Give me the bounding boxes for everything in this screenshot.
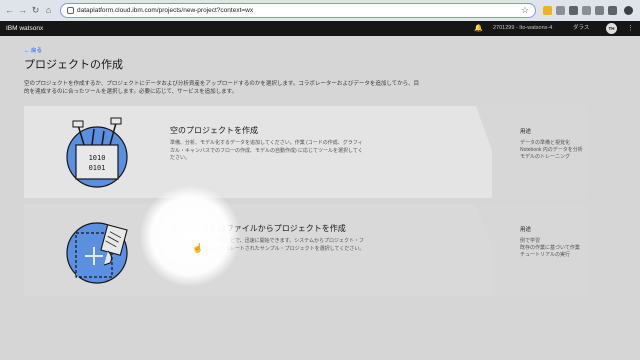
url-text: dataplatform.cloud.ibm.com/projects/new-… xyxy=(77,7,254,14)
extension-icon[interactable] xyxy=(556,6,565,15)
extension-icon[interactable] xyxy=(543,6,552,15)
import-file-illustration xyxy=(66,222,128,284)
main-content: ← 戻る プロジェクトの作成 空のプロジェクトを作成するか、プロジェクトにデータ… xyxy=(0,36,640,360)
tile-description: 準備、分析、モデル化するデータを追加してください。作業 (コードの作成、グラフィ… xyxy=(170,140,363,161)
cursor-spotlight xyxy=(140,186,240,286)
app-header: IBM watsonx 🔔 2701299 - Ito-watsonx-4 ダラ… xyxy=(0,21,640,36)
uses-list: データの準備と視覚化 Notebook 内のデータを分析 モデルのトレーニング xyxy=(520,140,583,161)
uses-label: 用途 xyxy=(520,227,532,233)
list-item: 例で学習 xyxy=(520,238,541,244)
list-item: モデルのトレーニング xyxy=(520,154,571,160)
reload-icon[interactable]: ↻ xyxy=(30,5,41,16)
home-icon[interactable]: ⌂ xyxy=(43,5,54,16)
page-description: 空のプロジェクトを作成するか、プロジェクトにデータおよび分析資産をアップロードす… xyxy=(24,81,420,95)
hand-cursor-icon: ☝ xyxy=(192,243,204,253)
back-link[interactable]: ← 戻る xyxy=(24,47,42,55)
site-info-icon[interactable] xyxy=(67,7,74,14)
address-bar[interactable]: dataplatform.cloud.ibm.com/projects/new-… xyxy=(60,3,536,18)
brand-logo[interactable]: IBM watsonx xyxy=(6,24,43,33)
avatar[interactable]: TH xyxy=(606,23,617,34)
region-switcher[interactable]: ダラス xyxy=(573,24,589,33)
extension-icon[interactable] xyxy=(582,6,591,15)
page-title: プロジェクトの作成 xyxy=(24,59,123,71)
profile-icon[interactable] xyxy=(624,6,633,15)
binary-line-2: 0101 xyxy=(89,164,106,172)
list-item: 既存の作業に基づいて作業 xyxy=(520,245,580,251)
star-icon[interactable]: ☆ xyxy=(521,5,529,16)
uses-label: 用途 xyxy=(520,129,532,135)
uses-list: 例で学習 既存の作業に基づいて作業 チュートリアルの実行 xyxy=(520,238,580,259)
bell-icon[interactable]: 🔔 xyxy=(474,24,483,32)
tile-title: 空のプロジェクトを作成 xyxy=(170,126,258,135)
toolbox-illustration: 1010 0101 xyxy=(66,117,128,188)
extensions-puzzle-icon[interactable] xyxy=(595,6,604,15)
overflow-menu-icon[interactable]: ⋮ xyxy=(627,24,634,32)
create-empty-project-tile[interactable]: 1010 0101 空のプロジェクトを作成 準備、分析、モデル化するデータを追加… xyxy=(24,106,588,198)
account-switcher[interactable]: 2701299 - Ito-watsonx-4 xyxy=(493,24,552,33)
list-item: Notebook 内のデータを分析 xyxy=(520,147,583,153)
arrow-right-icon[interactable]: → xyxy=(17,5,28,16)
create-from-sample-tile[interactable]: サンプルまたはファイルからプロジェクトを作成 既存の資産をロードすることで、迅速… xyxy=(24,204,588,296)
arrow-left-icon[interactable]: ← xyxy=(4,5,15,16)
list-item: データの準備と視覚化 xyxy=(520,140,571,146)
browser-toolbar: ← → ↻ ⌂ dataplatform.cloud.ibm.com/proje… xyxy=(0,0,640,21)
binary-line-1: 1010 xyxy=(89,154,106,162)
extension-icon[interactable] xyxy=(569,6,578,15)
side-panel-icon[interactable] xyxy=(608,6,617,15)
list-item: チュートリアルの実行 xyxy=(520,252,570,258)
